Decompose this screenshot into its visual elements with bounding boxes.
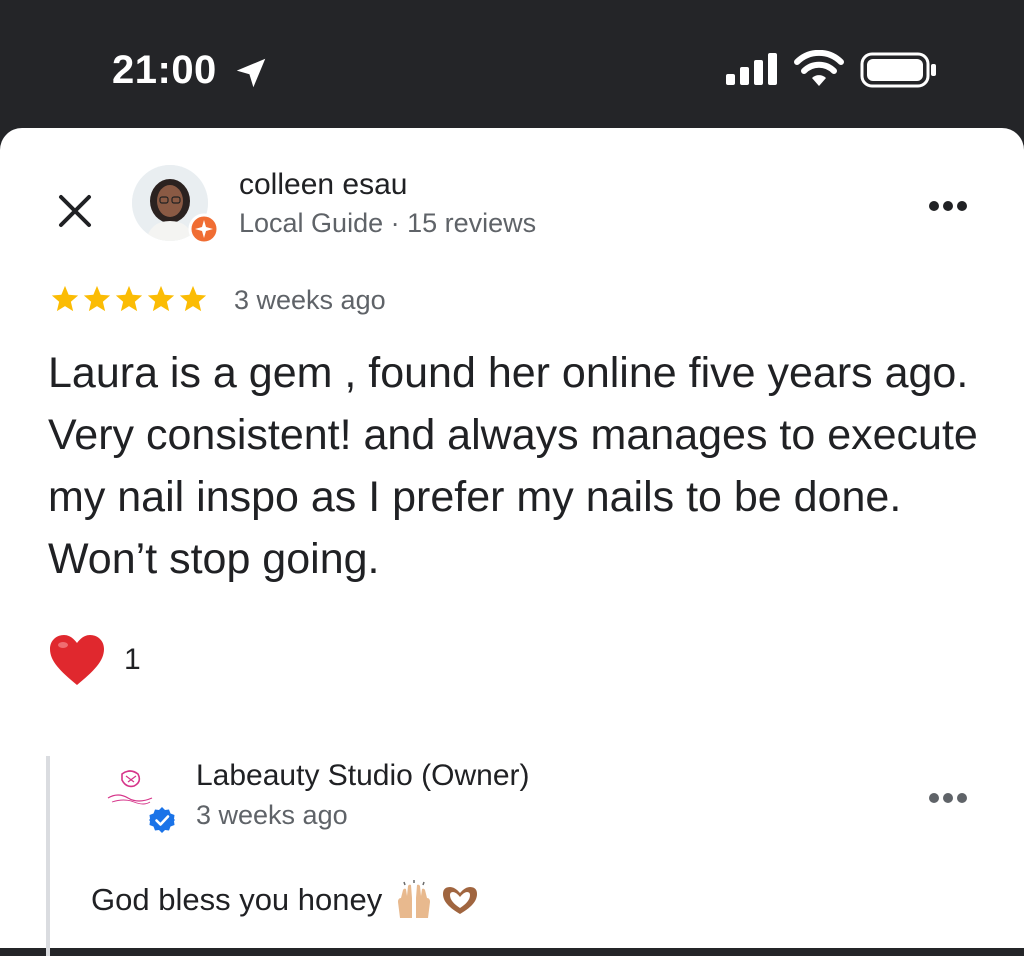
reaction-count: 1 xyxy=(124,643,141,676)
owner-reply-text: God bless you honey xyxy=(91,882,383,917)
owner-reply-time: 3 weeks ago xyxy=(196,800,348,830)
heart-hands-emoji xyxy=(443,887,478,914)
verified-badge-icon xyxy=(149,807,175,833)
review-time: 3 weeks ago xyxy=(234,285,386,315)
star-icon xyxy=(83,285,111,312)
reply-divider xyxy=(46,756,50,956)
close-button[interactable] xyxy=(52,188,98,234)
location-arrow-icon xyxy=(236,58,266,88)
star-rating xyxy=(50,284,208,314)
reviewer-name[interactable]: colleen esau xyxy=(239,168,407,202)
battery-icon xyxy=(860,52,936,88)
status-bar: 21:00 xyxy=(0,0,1024,128)
star-icon xyxy=(179,285,207,312)
star-icon xyxy=(115,285,143,312)
heart-reaction-button[interactable]: 1 xyxy=(48,633,141,687)
local-guide-badge-icon xyxy=(188,213,220,245)
more-options-icon[interactable] xyxy=(924,196,972,216)
owner-more-options-icon[interactable] xyxy=(924,788,972,808)
star-icon xyxy=(51,285,79,312)
raising-hands-emoji xyxy=(398,880,431,918)
review-text: Laura is a gem , found her online five y… xyxy=(48,349,978,583)
heart-icon xyxy=(50,635,104,685)
status-time: 21:00 xyxy=(112,48,217,92)
reviewer-meta: Local Guide · 15 reviews xyxy=(239,208,537,238)
star-icon xyxy=(147,285,175,312)
cellular-signal-icon xyxy=(726,53,777,85)
owner-name[interactable]: Labeauty Studio (Owner) xyxy=(196,759,530,793)
wifi-icon xyxy=(794,50,844,86)
owner-reply: God bless you honey xyxy=(91,880,480,920)
review-sheet: colleen esau Local Guide · 15 reviews 3 … xyxy=(0,128,1024,956)
